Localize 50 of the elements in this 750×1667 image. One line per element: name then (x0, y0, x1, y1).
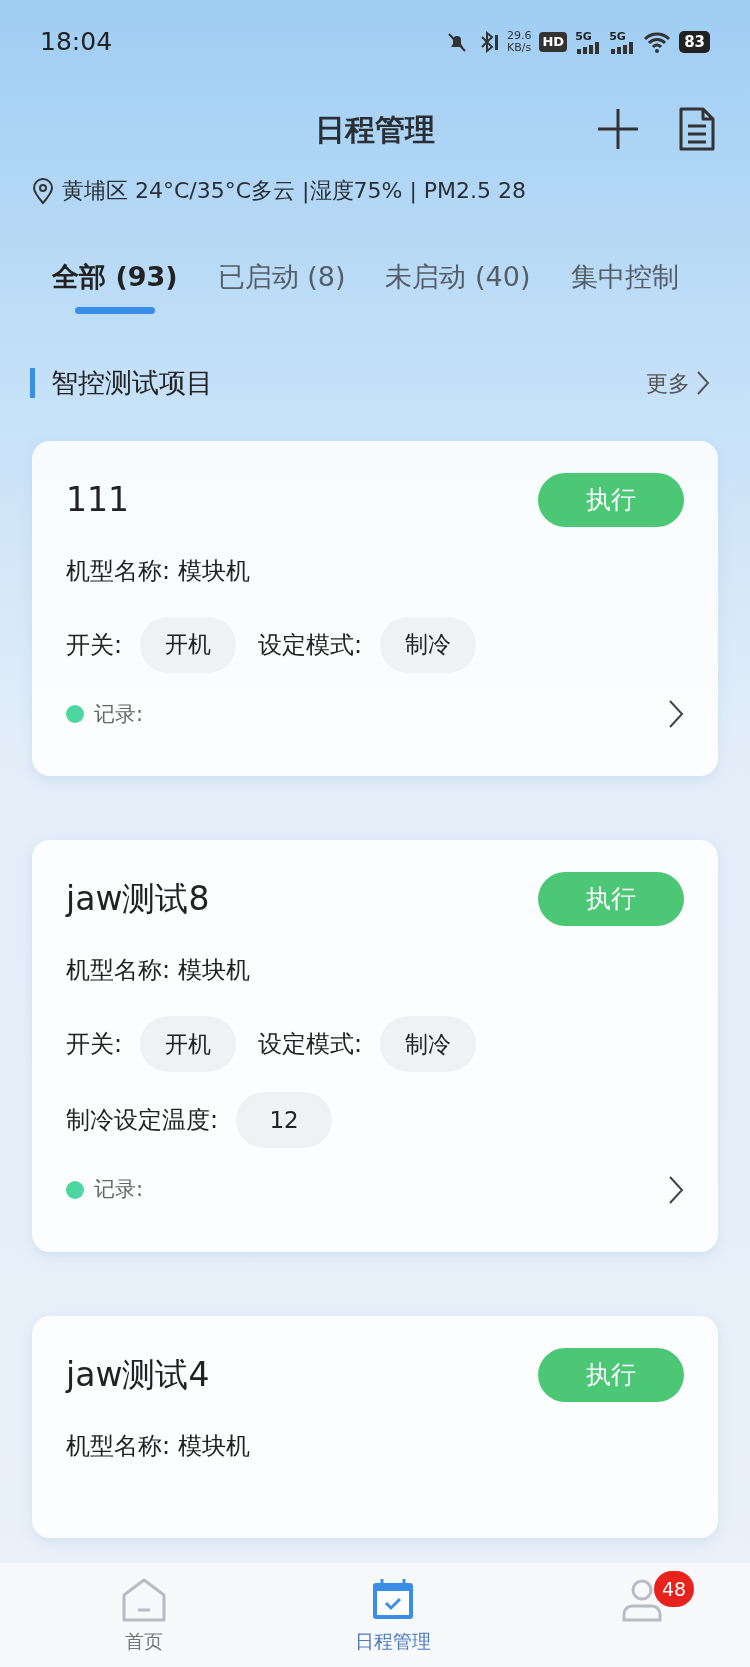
hd-badge: HD (539, 32, 568, 52)
record-label: 记录: (94, 700, 144, 728)
schedule-card[interactable]: 111 执行 机型名称: 模块机 开关: 开机 设定模式: 制冷 记录: (32, 440, 718, 776)
chevron-right-icon[interactable] (668, 699, 684, 730)
card-title: jaw测试4 (66, 1353, 210, 1396)
signal-icon (609, 41, 636, 54)
field-label: 制冷设定温度: (66, 1105, 219, 1136)
nav-tab[interactable]: 日程管理 (343, 1563, 443, 1667)
filter-tab[interactable]: 全部 (93) (52, 257, 178, 314)
model-name: 机型名称: 模块机 (66, 1430, 251, 1462)
value-chip: 制冷 (380, 1016, 477, 1072)
card-title: 111 (66, 478, 129, 521)
schedule-card[interactable]: jaw测试4 执行 机型名称: 模块机 (32, 1315, 718, 1538)
nav-tab[interactable]: 首页 (94, 1563, 194, 1667)
signal-icon (575, 41, 602, 54)
chevron-right-icon (696, 370, 710, 396)
notification-badge: 48 (654, 1571, 694, 1607)
chevron-right-icon[interactable] (668, 1174, 684, 1205)
document-icon[interactable] (678, 106, 716, 152)
network-type: 5G (575, 30, 593, 42)
model-name: 机型名称: 模块机 (66, 555, 251, 587)
speed-unit: KB/s (507, 42, 532, 54)
value-chip: 开机 (140, 1016, 237, 1072)
field-label: 设定模式: (258, 1029, 363, 1060)
clock-time: 18:04 (40, 26, 113, 59)
page-title: 日程管理 (315, 110, 435, 149)
plus-icon[interactable] (596, 107, 640, 151)
value-chip: 制冷 (380, 616, 477, 673)
nav-tab[interactable]: 48 (592, 1563, 692, 1667)
wifi-icon (643, 31, 672, 53)
weather-info: 黄埔区 24°C/35°C多云 |湿度75% | PM2.5 28 (62, 177, 527, 206)
network-speed: 29.6 (506, 30, 532, 42)
home-icon (121, 1577, 167, 1623)
value-chip: 开机 (140, 616, 237, 673)
more-link[interactable]: 更多 (640, 365, 716, 401)
filter-tab[interactable]: 未启动 (40) (385, 257, 531, 314)
network-type: 5G (609, 30, 627, 42)
card-title: jaw测试8 (66, 878, 210, 921)
model-name: 机型名称: 模块机 (66, 955, 251, 986)
filter-tab[interactable]: 已启动 (8) (217, 257, 346, 314)
field-label: 设定模式: (258, 629, 363, 661)
filter-tab[interactable]: 集中控制 (570, 257, 679, 314)
field-label: 开关: (66, 1029, 123, 1060)
record-label: 记录: (94, 1176, 144, 1203)
schedule-card[interactable]: jaw测试8 执行 机型名称: 模块机 开关: 开机 设定模式: 制冷 制冷设定温度: 12 记录: (32, 840, 718, 1252)
section-title: 智控测试项目 (30, 368, 213, 398)
value-chip: 12 (236, 1092, 333, 1148)
field-label: 开关: (66, 629, 123, 661)
location-pin-icon (32, 176, 54, 205)
battery-level: 83 (679, 30, 710, 54)
